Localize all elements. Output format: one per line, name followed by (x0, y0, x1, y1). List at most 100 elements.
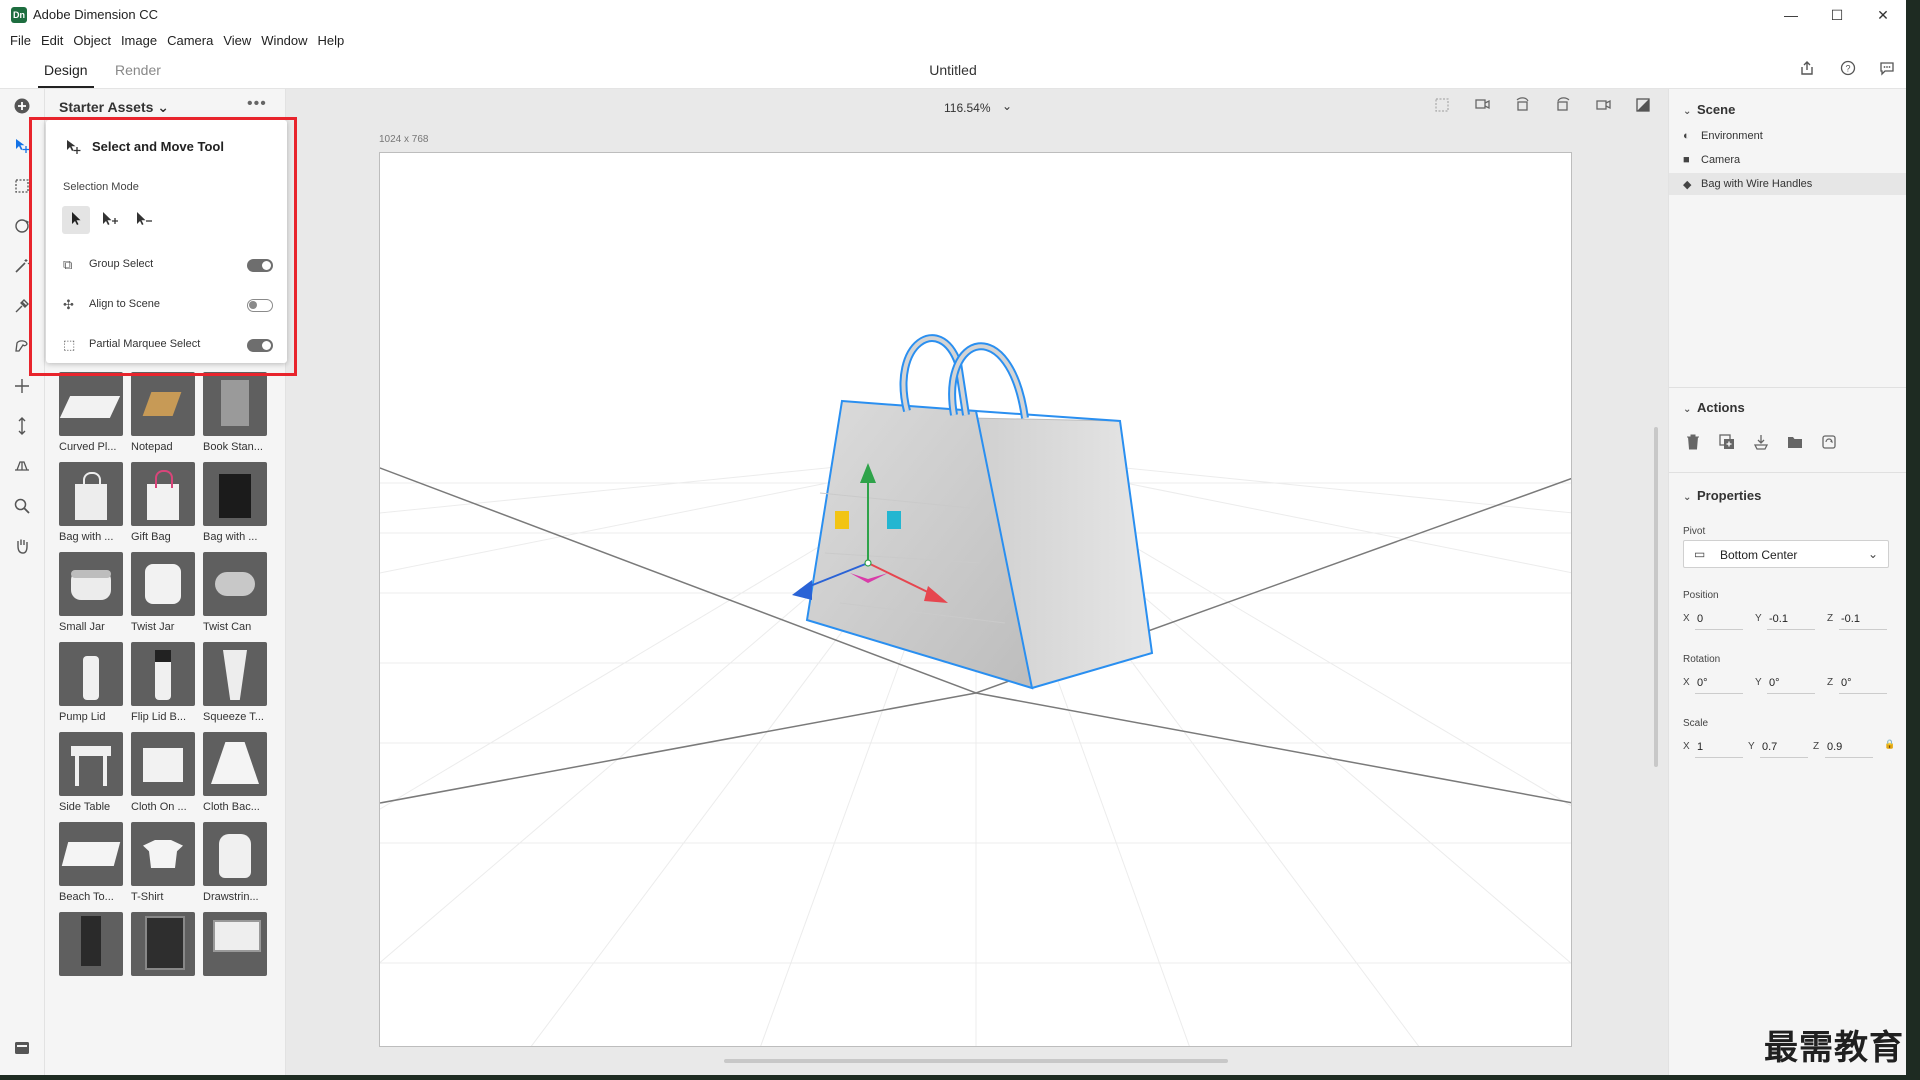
pivot-select[interactable]: ▭ Bottom Center ⌄ (1683, 540, 1889, 568)
tablet-icon (131, 912, 195, 976)
drawstring-bag-icon (203, 822, 267, 886)
watermark: 最需教育 (1764, 1029, 1904, 1067)
duplicate-icon[interactable] (1717, 434, 1737, 454)
zoom-tool-icon[interactable] (10, 497, 34, 521)
assets-header[interactable]: Starter Assets ⌄ (59, 99, 169, 116)
scale-label: Scale (1683, 718, 1709, 729)
hand-tool-icon[interactable] (10, 537, 34, 561)
t-shirt-icon (131, 822, 195, 886)
asset-tile[interactable]: Bag with ... (59, 462, 123, 548)
menu-help[interactable]: Help (313, 30, 350, 52)
menu-window[interactable]: Window (256, 30, 312, 52)
chevron-down-icon: ⌄ (1867, 547, 1878, 561)
menu-file[interactable]: File (5, 30, 36, 52)
asset-tile[interactable]: Twist Jar (131, 552, 195, 638)
rotation-z-field[interactable]: Z 0° (1827, 675, 1891, 694)
asset-tile[interactable] (203, 912, 267, 998)
camera-bookmark-icon[interactable] (1472, 97, 1494, 119)
annotation-highlight-box (29, 117, 297, 376)
horizontal-scrollbar[interactable] (724, 1059, 1228, 1063)
asset-tile[interactable] (131, 912, 195, 998)
asset-tile[interactable]: Pump Lid (59, 642, 123, 728)
asset-tile[interactable]: Book Stan... (203, 372, 267, 458)
asset-tile[interactable]: T-Shirt (131, 822, 195, 908)
asset-tile[interactable]: Cloth Bac... (203, 732, 267, 818)
asset-tile[interactable]: Drawstrin... (203, 822, 267, 908)
asset-label: Beach To... (59, 891, 114, 903)
scene-item-camera[interactable]: ■ Camera (1669, 149, 1906, 171)
position-x-field[interactable]: X0 (1683, 611, 1747, 630)
position-label: Position (1683, 590, 1719, 601)
minimize-button[interactable]: — (1768, 0, 1814, 30)
asset-tile[interactable]: Twist Can (203, 552, 267, 638)
zoom-dropdown-icon[interactable]: ⌄ (1002, 99, 1012, 113)
asset-label: Notepad (131, 441, 173, 453)
scale-x-field[interactable]: X1 (1683, 739, 1747, 758)
undo-camera-icon[interactable] (1512, 97, 1534, 119)
drop-to-ground-icon[interactable] (1751, 434, 1771, 454)
asset-tile[interactable]: Squeeze T... (203, 642, 267, 728)
twist-jar-icon (131, 552, 195, 616)
tab-design[interactable]: Design (38, 52, 94, 88)
help-icon[interactable]: ? (1838, 60, 1858, 80)
flip-lid-bottle-icon (131, 642, 195, 706)
asset-tile[interactable]: Gift Bag (131, 462, 195, 548)
assets-more-button[interactable]: ••• (247, 95, 267, 113)
menu-edit[interactable]: Edit (36, 30, 68, 52)
scene-item-environment[interactable]: ◐ Environment (1669, 125, 1906, 147)
menu-camera[interactable]: Camera (162, 30, 218, 52)
scene-render[interactable] (380, 153, 1572, 1047)
asset-label: Small Jar (59, 621, 105, 633)
beach-towel-icon (59, 822, 123, 886)
menu-image[interactable]: Image (116, 30, 162, 52)
vertical-scrollbar[interactable] (1654, 427, 1658, 767)
move-tool-icon[interactable] (10, 377, 34, 401)
share-icon[interactable] (1797, 60, 1817, 80)
phone-icon (59, 912, 123, 976)
layers-panel-icon[interactable] (10, 1039, 34, 1063)
twist-can-icon (203, 552, 267, 616)
fit-camera-icon[interactable] (1592, 97, 1614, 119)
delete-icon[interactable] (1683, 434, 1703, 454)
asset-tile[interactable]: Beach To... (59, 822, 123, 908)
feedback-icon[interactable] (1877, 60, 1897, 80)
render-preview-icon[interactable] (1632, 97, 1654, 119)
rotation-x-field[interactable]: X 0° (1683, 675, 1747, 694)
horizon-tool-icon[interactable] (10, 457, 34, 481)
pivot-icon: ▭ (1694, 547, 1706, 561)
asset-tile[interactable]: Bag with ... (203, 462, 267, 548)
lock-icon[interactable]: 🔒 (1884, 739, 1895, 750)
menu-view[interactable]: View (218, 30, 256, 52)
asset-tile[interactable]: Small Jar (59, 552, 123, 638)
menu-object[interactable]: Object (68, 30, 116, 52)
zoom-level[interactable]: 116.54% (944, 101, 990, 115)
asset-tile[interactable] (59, 912, 123, 998)
rotation-y-field[interactable]: Y 0° (1755, 675, 1819, 694)
asset-tile[interactable]: Curved Pl... (59, 372, 123, 458)
group-icon[interactable] (1785, 434, 1805, 454)
asset-label: Twist Jar (131, 621, 175, 633)
3d-viewport[interactable] (379, 152, 1572, 1047)
bag-white-icon (59, 462, 123, 526)
side-table-icon (59, 732, 123, 796)
asset-tile[interactable]: Cloth On ... (131, 732, 195, 818)
position-z-field[interactable]: Z -0.1 (1827, 611, 1891, 630)
divider (1669, 387, 1906, 388)
replace-icon[interactable] (1819, 434, 1839, 454)
maximize-button[interactable]: ☐ (1814, 0, 1860, 30)
asset-tile[interactable]: Flip Lid B... (131, 642, 195, 728)
redo-camera-icon[interactable] (1552, 97, 1574, 119)
actions-section-header[interactable]: ⌄ Actions (1683, 400, 1745, 415)
tab-render[interactable]: Render (115, 52, 161, 88)
asset-tile[interactable]: Side Table (59, 732, 123, 818)
asset-tile[interactable]: Notepad (131, 372, 195, 458)
dolly-tool-icon[interactable] (10, 417, 34, 441)
position-y-field[interactable]: Y -0.1 (1755, 611, 1819, 630)
scene-item-bag[interactable]: ◆ Bag with Wire Handles (1669, 173, 1906, 195)
properties-section-header[interactable]: ⌄ Properties (1683, 488, 1761, 503)
frame-icon[interactable] (1431, 97, 1453, 119)
scale-z-field[interactable]: Z 0.9 (1813, 739, 1877, 758)
scene-section-header[interactable]: ⌄ Scene (1683, 102, 1735, 117)
scale-y-field[interactable]: Y 0.7 (1748, 739, 1812, 758)
close-button[interactable]: ✕ (1860, 0, 1906, 30)
